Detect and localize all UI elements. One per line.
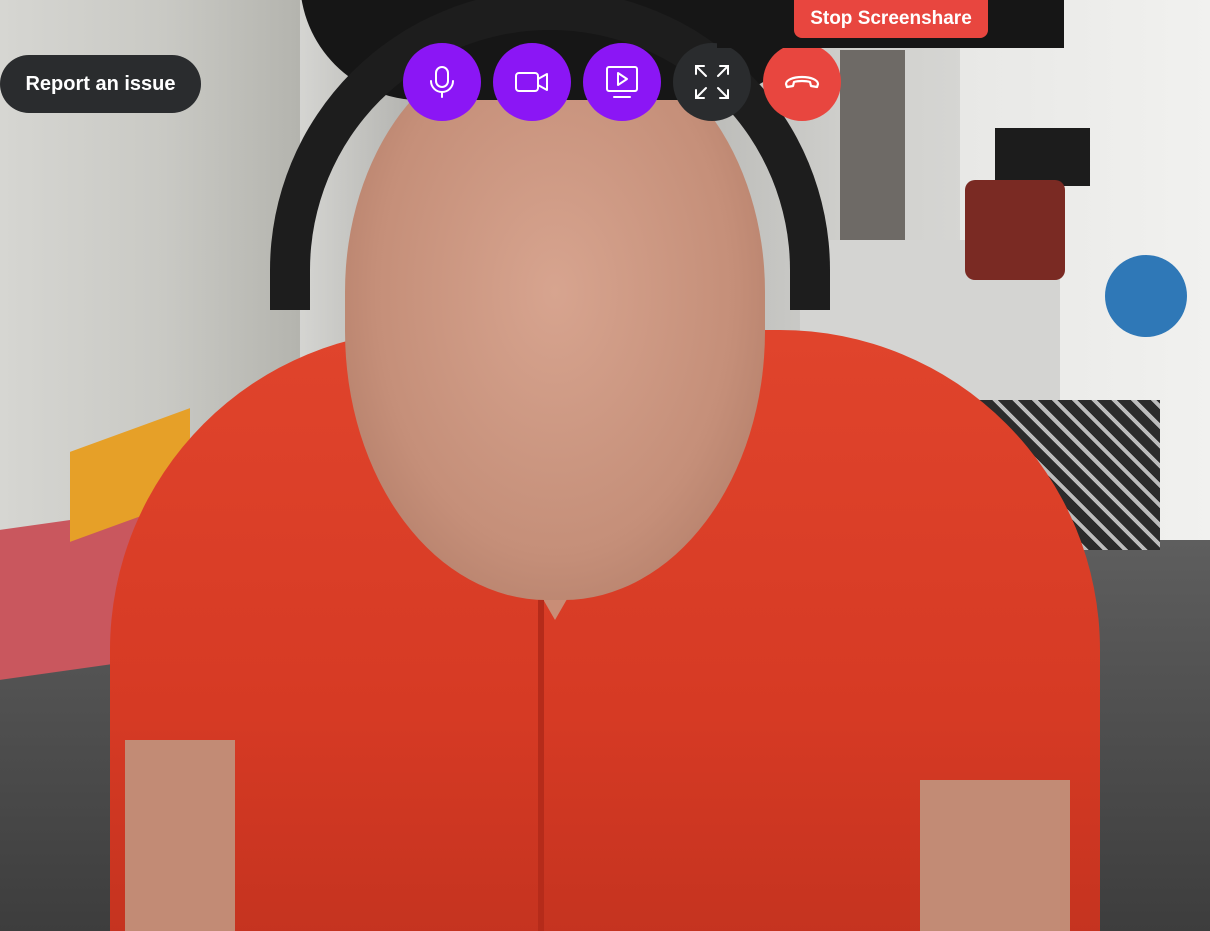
video-camera-icon [515,72,548,92]
fullscreen-button[interactable] [673,43,751,121]
call-controls [403,43,841,121]
hang-up-button[interactable] [763,43,841,121]
video-feed [0,0,1210,931]
screen-share-icon [606,66,638,98]
phone-hangup-icon [784,75,820,89]
microphone-icon [430,66,454,98]
screenshare-button[interactable] [583,43,661,121]
camera-button[interactable] [493,43,571,121]
expand-icon [695,65,729,99]
microphone-button[interactable] [403,43,481,121]
report-issue-button[interactable]: Report an issue [0,55,201,113]
stop-screenshare-button[interactable]: Stop Screenshare [794,0,988,38]
